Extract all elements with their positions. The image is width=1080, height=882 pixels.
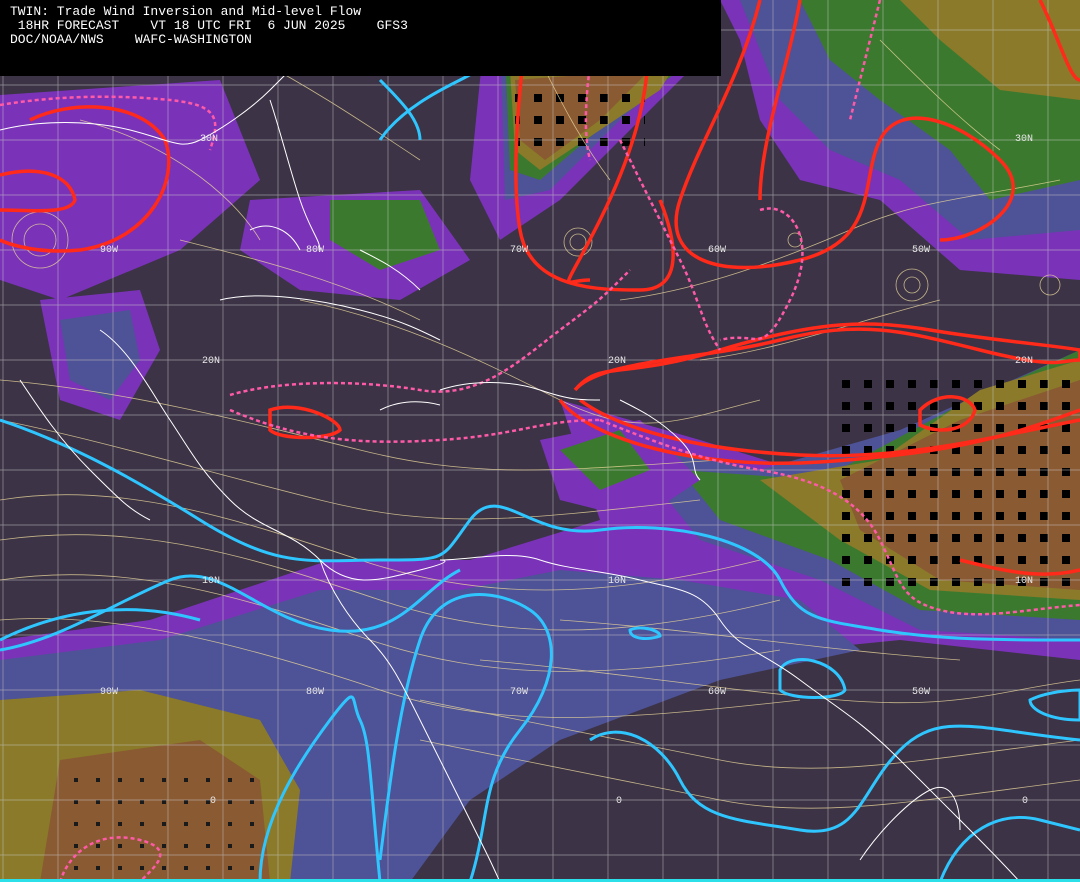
lon-label: 80W <box>306 687 324 698</box>
lat-label: 30N <box>200 134 218 145</box>
lat-label: 20N <box>1015 356 1033 367</box>
lon-label: 70W <box>510 245 528 256</box>
lon-label: 80W <box>306 245 324 256</box>
product-title: TWIN: Trade Wind Inversion and Mid-level… <box>10 4 362 19</box>
lon-label: 60W <box>708 245 726 256</box>
lat-label: 0 <box>210 796 216 807</box>
lat-label: 10N <box>608 576 626 587</box>
lat-label: 10N <box>202 576 220 587</box>
forecast-valid-time: 18HR FORECAST VT 18 UTC FRI 6 JUN 2025 G… <box>10 18 408 33</box>
lat-label: 30N <box>1015 134 1033 145</box>
lat-label: 10N <box>1015 576 1033 587</box>
lat-label: 20N <box>608 356 626 367</box>
lon-label: 90W <box>100 245 118 256</box>
lon-label: 60W <box>708 687 726 698</box>
issuing-agency: DOC/NOAA/NWS WAFC-WASHINGTON <box>10 32 252 47</box>
forecast-map: 30N 30N 20N 20N 20N 10N 10N 10N 0 0 0 90… <box>0 0 1080 882</box>
lon-label: 90W <box>100 687 118 698</box>
lon-label: 50W <box>912 245 930 256</box>
lat-label: 20N <box>202 356 220 367</box>
lon-label: 70W <box>510 687 528 698</box>
lat-label: 0 <box>1022 796 1028 807</box>
lon-label: 50W <box>912 687 930 698</box>
product-header: TWIN: Trade Wind Inversion and Mid-level… <box>0 0 721 76</box>
lat-label: 0 <box>616 796 622 807</box>
